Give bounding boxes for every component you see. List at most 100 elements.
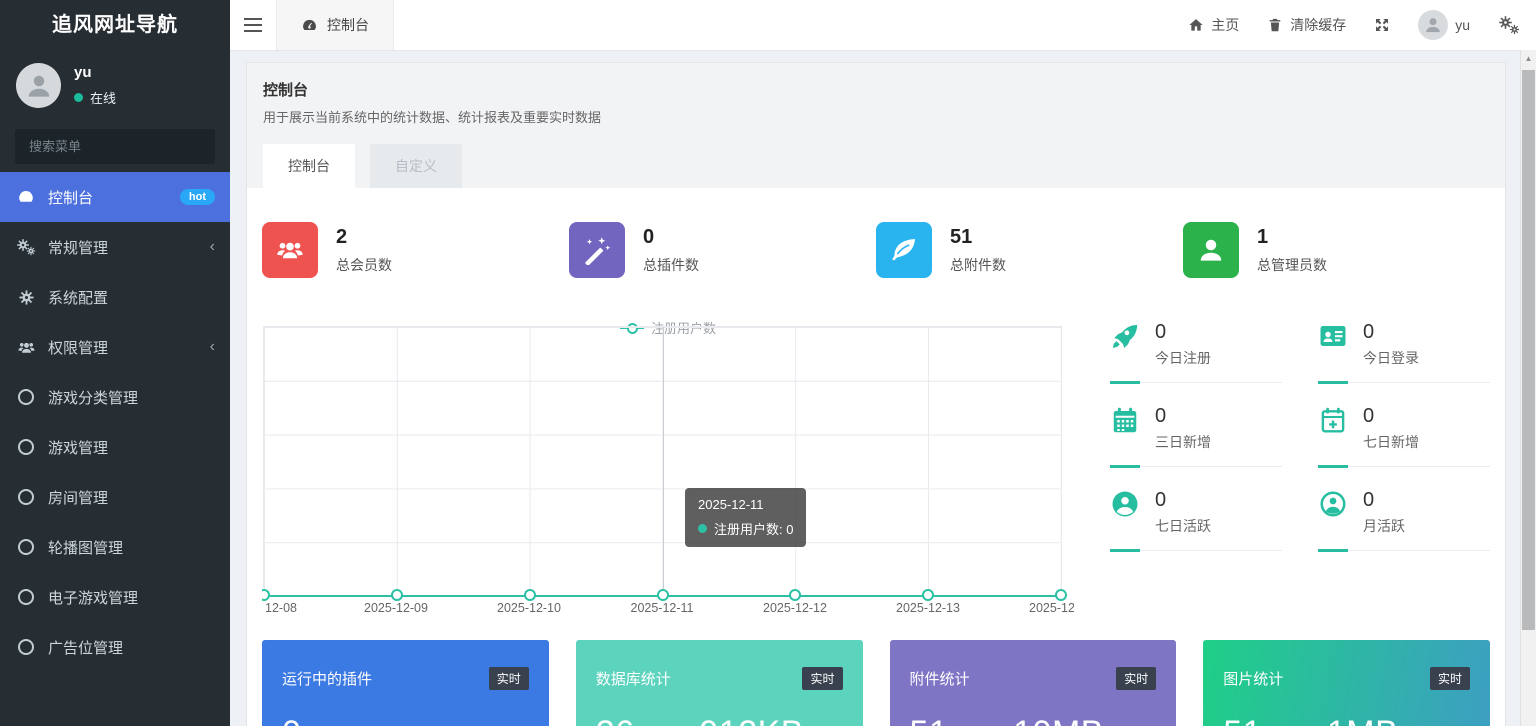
tab-custom[interactable]: 自定义 [370, 144, 462, 188]
user-status-label: 在线 [90, 91, 117, 106]
chart-plot-area [262, 326, 1067, 601]
stat-total-admins: 1 总管理员数 [1183, 222, 1490, 278]
search-input[interactable] [27, 138, 207, 155]
sidebar-item-label: 游戏管理 [48, 439, 109, 457]
x-tick: 2025-12-14 [1029, 601, 1074, 615]
sidebar-item-label: 房间管理 [48, 489, 109, 507]
app-logo: 追风网址导航 [52, 14, 178, 36]
stat-value: 2 [336, 225, 348, 248]
circle-icon [15, 389, 37, 405]
home-button[interactable]: 主页 [1188, 15, 1239, 35]
card-database-stats: 数据库统计 实时 26 912KB [575, 640, 863, 726]
chart-point [262, 589, 270, 601]
sidebar-item-label: 权限管理 [48, 339, 109, 357]
chart-point [523, 589, 536, 601]
mini-stat-seven-day-active: 0 七日活跃 [1110, 486, 1282, 570]
sidebar-item-dashboard[interactable]: 控制台 hot [0, 172, 230, 222]
clear-cache-button[interactable]: 清除缓存 [1267, 15, 1346, 35]
x-tick: 12-08 [265, 601, 297, 615]
sidebar-item-system-config[interactable]: 系统配置 [0, 272, 230, 322]
bottom-cards-row: 运行中的插件 实时 0 数据库统计 实时 26 912KB [262, 640, 1490, 726]
scroll-up-arrow-icon[interactable] [1521, 50, 1536, 66]
x-tick: 2025-12-11 [630, 601, 694, 615]
stat-total-members: 2 总会员数 [262, 222, 569, 278]
x-tick: 2025-12-13 [896, 601, 960, 615]
sidebar-menu: 控制台 hot 常规管理 系统配置 权限管理 游戏分类管理 游戏管理 房间管理 [0, 172, 230, 672]
mini-stat-value: 0 [1155, 405, 1167, 427]
scrollbar-thumb[interactable] [1522, 70, 1535, 630]
panel-body: 2 总会员数 0 总插件数 51 总附件数 1 总管理员数 2025-12-11… [246, 188, 1506, 726]
card-value: 51 [910, 714, 1014, 726]
sidebar-item-permission-management[interactable]: 权限管理 [0, 322, 230, 372]
sidebar-item-label: 广告位管理 [48, 639, 124, 657]
leaf-icon [876, 222, 932, 278]
chart-point [922, 589, 935, 601]
page-subtitle: 用于展示当前系统中的统计数据、统计报表及重要实时数据 [263, 110, 602, 125]
card-value-secondary: 1MB [1327, 714, 1398, 726]
panel-heading: 控制台 用于展示当前系统中的统计数据、统计报表及重要实时数据 控制台 自定义 [246, 62, 1506, 188]
user-icon [1423, 15, 1443, 35]
stat-label: 总会员数 [336, 256, 392, 273]
sidebar-item-carousel-management[interactable]: 轮播图管理 [0, 522, 230, 572]
panel-tabs: 控制台 自定义 [263, 144, 1489, 188]
x-tick: 2025-12-10 [497, 601, 561, 615]
chart-tooltip: 2025-12-11 注册用户数: 0 [685, 488, 807, 547]
sidebar-toggle-button[interactable] [230, 0, 276, 50]
user-circle-icon [1110, 489, 1140, 519]
divider [1110, 381, 1282, 384]
circle-icon [15, 539, 37, 555]
topbar-actions: 主页 清除缓存 yu [1188, 0, 1536, 50]
x-tick: 2025-12-12 [763, 601, 827, 615]
settings-button[interactable] [1498, 15, 1520, 35]
clear-cache-label: 清除缓存 [1290, 17, 1347, 33]
user-name: yu [74, 64, 92, 81]
mini-stat-label: 今日注册 [1155, 350, 1211, 366]
sidebar-item-game-management[interactable]: 游戏管理 [0, 422, 230, 472]
dashboard-icon [301, 17, 318, 34]
divider [1110, 549, 1282, 552]
fullscreen-button[interactable] [1374, 17, 1390, 33]
x-tick: 2025-12-09 [364, 601, 428, 615]
card-value-secondary: 912KB [699, 714, 804, 726]
online-dot-icon [74, 93, 83, 102]
card-value: 0 [282, 714, 386, 726]
dashboard-panel: 控制台 用于展示当前系统中的统计数据、统计报表及重要实时数据 控制台 自定义 2… [246, 62, 1506, 726]
sidebar-item-ad-slot-management[interactable]: 广告位管理 [0, 622, 230, 672]
sidebar-item-electronic-game-management[interactable]: 电子游戏管理 [0, 572, 230, 622]
user-menu[interactable]: yu [1418, 10, 1470, 40]
gear-icon [15, 289, 37, 306]
tab-console[interactable]: 控制台 [263, 144, 355, 188]
sidebar-item-room-management[interactable]: 房间管理 [0, 472, 230, 522]
chevron-left-icon [210, 239, 215, 255]
users-icon [15, 338, 37, 357]
card-attachment-stats: 附件统计 实时 51 10MB [889, 640, 1177, 726]
card-value: 51 [1223, 714, 1327, 726]
realtime-badge: 实时 [802, 667, 843, 690]
stat-value: 0 [643, 225, 655, 248]
home-icon [1188, 17, 1204, 33]
chart-point [656, 589, 669, 601]
series-dot-icon [698, 524, 707, 533]
sidebar-item-general-management[interactable]: 常规管理 [0, 222, 230, 272]
topbar-username: yu [1455, 17, 1470, 33]
mini-stat-value: 0 [1363, 489, 1375, 511]
home-label: 主页 [1211, 17, 1240, 33]
mini-stat-label: 月活跃 [1363, 518, 1405, 534]
mini-stat-value: 0 [1155, 321, 1167, 343]
tooltip-date: 2025-12-11 [698, 497, 764, 512]
realtime-badge: 实时 [488, 667, 529, 690]
stat-total-attachments: 51 总附件数 [876, 222, 1183, 278]
sidebar-item-label: 游戏分类管理 [48, 389, 139, 407]
stat-label: 总插件数 [643, 256, 699, 273]
divider [1318, 549, 1490, 552]
vertical-scrollbar[interactable] [1520, 50, 1536, 726]
sidebar-item-game-category[interactable]: 游戏分类管理 [0, 372, 230, 422]
magic-wand-icon [569, 222, 625, 278]
card-title: 图片统计 [1223, 671, 1284, 688]
realtime-badge: 实时 [1116, 667, 1157, 690]
user-icon [1183, 222, 1239, 278]
users-icon [262, 222, 318, 278]
tab-dashboard[interactable]: 控制台 [276, 0, 394, 50]
cogs-icon [15, 238, 37, 256]
mini-stat-today-register: 0 今日注册 [1110, 318, 1282, 402]
